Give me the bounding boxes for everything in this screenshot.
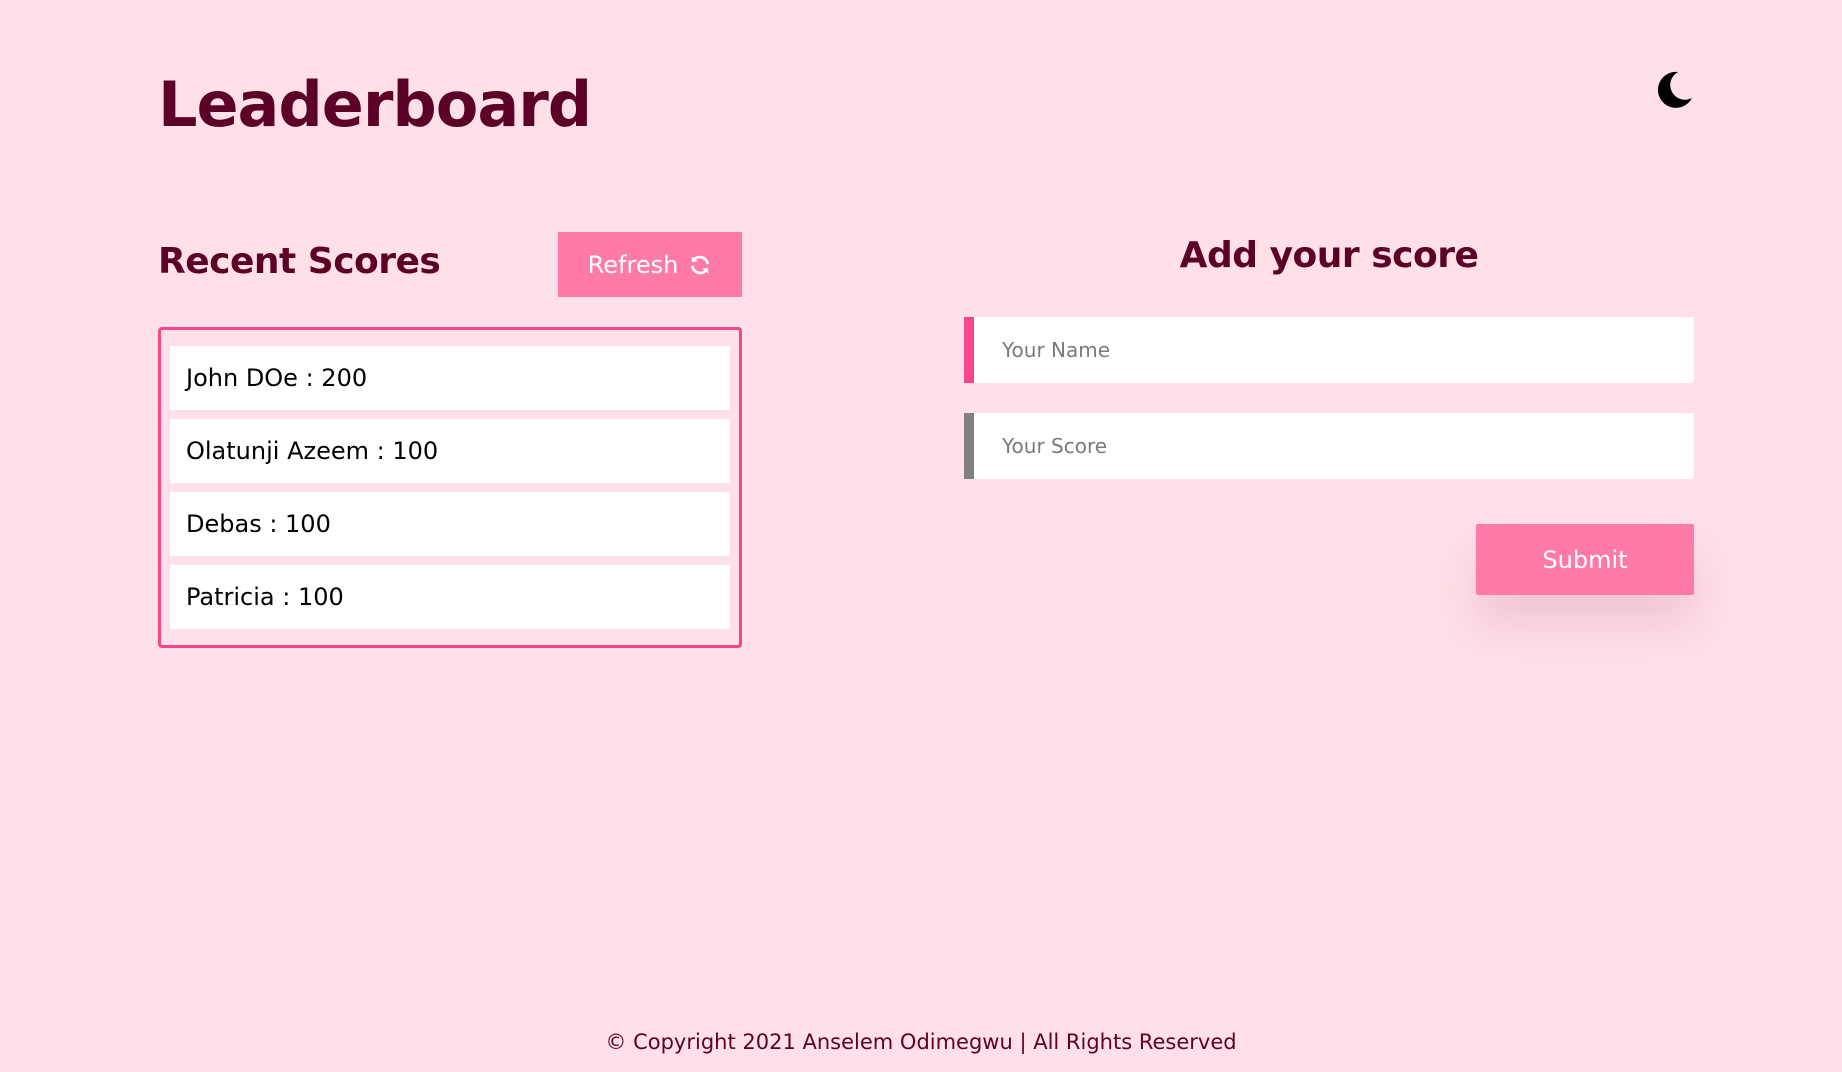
refresh-icon [688, 253, 712, 277]
score-item: John DOe : 200 [170, 346, 730, 410]
refresh-button[interactable]: Refresh [558, 232, 742, 297]
page-title: Leaderboard [158, 68, 592, 141]
recent-scores-heading: Recent Scores [158, 241, 441, 282]
add-score-heading: Add your score [1179, 235, 1479, 276]
score-item: Debas : 100 [170, 492, 730, 556]
score-item: Olatunji Azeem : 100 [170, 419, 730, 483]
score-item: Patricia : 100 [170, 565, 730, 629]
moon-icon [1652, 68, 1696, 112]
submit-button[interactable]: Submit [1476, 524, 1694, 595]
score-input[interactable] [964, 413, 1694, 479]
footer-copyright: © Copyright 2021 Anselem Odimegwu | All … [605, 1030, 1237, 1054]
refresh-button-label: Refresh [587, 250, 679, 279]
name-input[interactable] [964, 317, 1694, 383]
scores-list: John DOe : 200 Olatunji Azeem : 100 Deba… [158, 327, 742, 648]
theme-toggle-button[interactable] [1652, 68, 1696, 112]
